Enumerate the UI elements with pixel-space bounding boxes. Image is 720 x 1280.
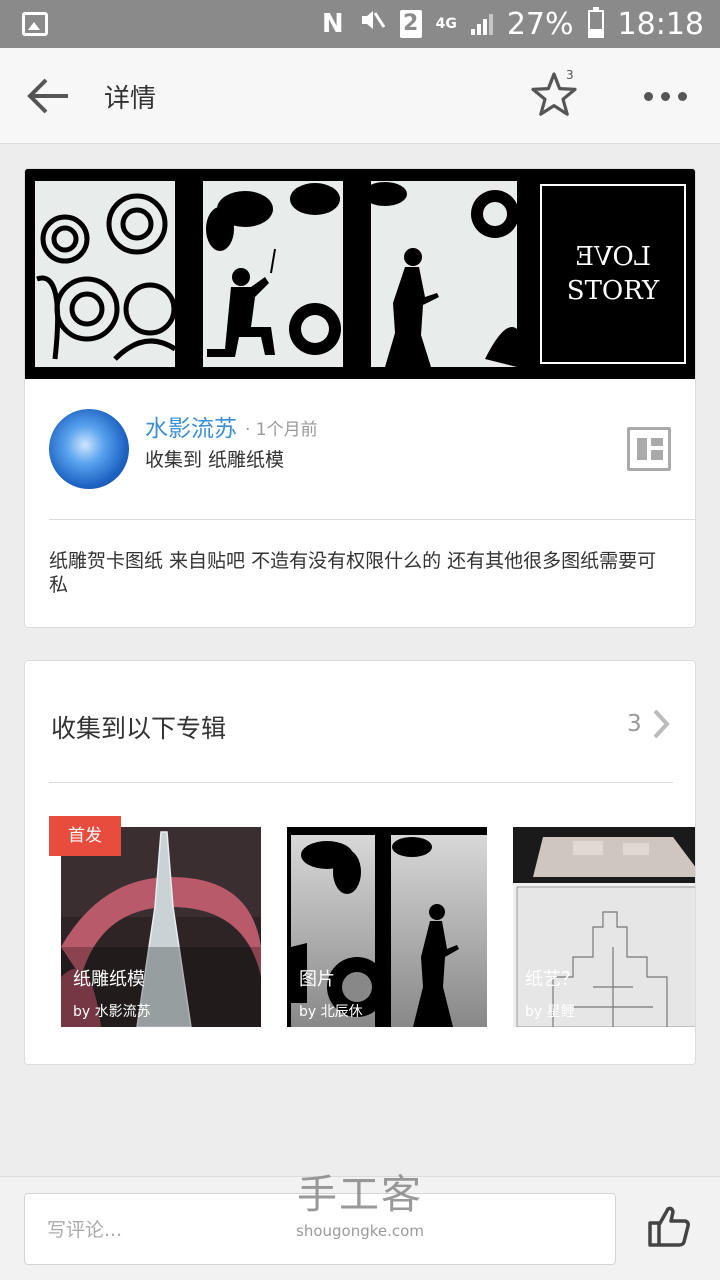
watermark-logo-text: 手工客 (297, 1172, 423, 1218)
star-count: 3 (566, 68, 574, 82)
album-owner: by 星鲤 (525, 1004, 575, 1020)
author-avatar[interactable] (49, 409, 129, 489)
album-owner: by 北辰休 (299, 1004, 363, 1020)
divider (49, 782, 673, 783)
clock: 18:18 (617, 6, 704, 42)
page-title: 详情 (104, 84, 157, 114)
first-release-badge: 首发 (49, 816, 121, 856)
gallery-notification-icon (22, 12, 48, 36)
album-icon[interactable] (627, 427, 671, 471)
album-card-1[interactable]: 纸雕纸模 by 水影流苏 (61, 827, 261, 1027)
album-thumbnail-popup-castle (513, 827, 695, 1027)
status-bar: N 2 4G 27% 18:18 (0, 0, 720, 48)
signal-icon (470, 13, 493, 35)
post-card: LOVE STORY 水影流苏 · 1个月前 收集到 纸雕纸模 纸雕贺卡图纸 来… (24, 168, 696, 628)
banner-story-text: STORY (567, 276, 660, 306)
chevron-right-icon[interactable] (649, 707, 675, 741)
banner-love-text: LOVE (575, 242, 651, 272)
album-name: 图片 (299, 969, 335, 990)
album-thumbnail-papercut (287, 827, 487, 1027)
mute-icon (358, 6, 386, 42)
thumbs-up-icon[interactable] (646, 1203, 692, 1249)
album-name: 纸艺？ (525, 969, 579, 990)
app-header: 详情 3 (0, 48, 720, 144)
watermark-url: shougongke.com (296, 1222, 424, 1240)
battery-percent: 27% (506, 6, 574, 42)
album-card-3[interactable]: 纸艺？ by 星鲤 (513, 827, 695, 1027)
battery-icon (587, 7, 604, 38)
more-options-icon[interactable] (644, 92, 687, 101)
albums-section-title: 收集到以下专辑 (51, 714, 227, 743)
post-banner-image[interactable]: LOVE STORY (25, 169, 695, 379)
album-owner: by 水影流苏 (73, 1004, 151, 1020)
back-arrow-icon[interactable] (26, 76, 70, 116)
network-type-label: 4G (435, 16, 457, 32)
collected-to-label[interactable]: 收集到 纸雕纸模 (145, 445, 284, 472)
sim-slot-indicator: 2 (399, 10, 422, 38)
post-description: 纸雕贺卡图纸 来自贴吧 不造有没有权限什么的 还有其他很多图纸需要可私 (49, 550, 657, 596)
albums-card: 收集到以下专辑 3 纸雕纸模 by 水影流苏 首发 图片 by 北辰休 纸艺？ … (24, 660, 696, 1065)
albums-count[interactable]: 3 (627, 711, 642, 737)
album-card-2[interactable]: 图片 by 北辰休 (287, 827, 487, 1027)
album-thumbnail-eiffel (61, 827, 261, 1027)
album-name: 纸雕纸模 (73, 969, 145, 990)
watermark: 手工客 shougongke.com (290, 1162, 430, 1240)
post-time: · 1个月前 (245, 420, 318, 440)
divider (49, 519, 695, 520)
nfc-icon: N (321, 9, 344, 39)
author-name[interactable]: 水影流苏 (145, 409, 237, 443)
